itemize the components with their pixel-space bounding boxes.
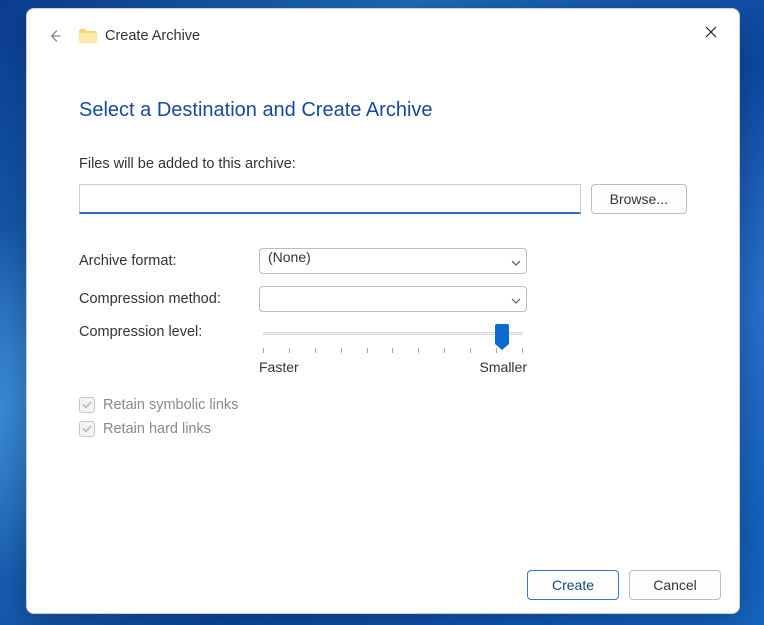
dialog-content: Select a Destination and Create Archive … [27, 63, 739, 557]
compression-method-label: Compression method: [79, 291, 259, 307]
checkbox-icon [79, 421, 95, 437]
compression-level-label: Compression level: [79, 324, 259, 340]
slider-thumb[interactable] [495, 324, 509, 344]
archive-format-label: Archive format: [79, 253, 259, 269]
archive-path-row: Browse... [79, 184, 687, 214]
slider-label-right: Smaller [480, 359, 527, 375]
folder-icon [79, 29, 97, 43]
checkbox-icon [79, 397, 95, 413]
close-icon [705, 26, 717, 38]
create-button[interactable]: Create [527, 570, 619, 600]
archive-format-select[interactable]: (None) [259, 248, 527, 274]
back-button[interactable] [39, 20, 71, 52]
slider-range-labels: Faster Smaller [259, 359, 527, 375]
retain-symbolic-links-checkbox[interactable]: Retain symbolic links [79, 397, 687, 413]
close-button[interactable] [691, 17, 731, 47]
compression-method-row: Compression method: [79, 286, 687, 312]
slider-track [263, 332, 523, 335]
compression-level-slider[interactable] [263, 326, 523, 346]
archive-format-row: Archive format: (None) [79, 248, 687, 274]
page-heading: Select a Destination and Create Archive [79, 99, 687, 122]
retain-hard-links-checkbox[interactable]: Retain hard links [79, 421, 687, 437]
options-group: Retain symbolic links Retain hard links [79, 397, 687, 437]
slider-label-left: Faster [259, 359, 299, 375]
checkbox-label: Retain symbolic links [103, 397, 238, 413]
files-label: Files will be added to this archive: [79, 156, 687, 172]
create-archive-dialog: Create Archive Select a Destination and … [26, 8, 740, 614]
browse-button[interactable]: Browse... [591, 184, 687, 214]
title-bar: Create Archive [27, 9, 739, 63]
arrow-left-icon [47, 28, 63, 44]
slider-ticks [263, 348, 523, 353]
archive-path-input[interactable] [79, 184, 581, 214]
cancel-button[interactable]: Cancel [629, 570, 721, 600]
window-title: Create Archive [105, 28, 200, 44]
compression-level-row: Compression level: Faster Smaller [79, 324, 687, 375]
dialog-footer: Create Cancel [27, 557, 739, 613]
checkbox-label: Retain hard links [103, 421, 211, 437]
compression-method-select[interactable] [259, 286, 527, 312]
